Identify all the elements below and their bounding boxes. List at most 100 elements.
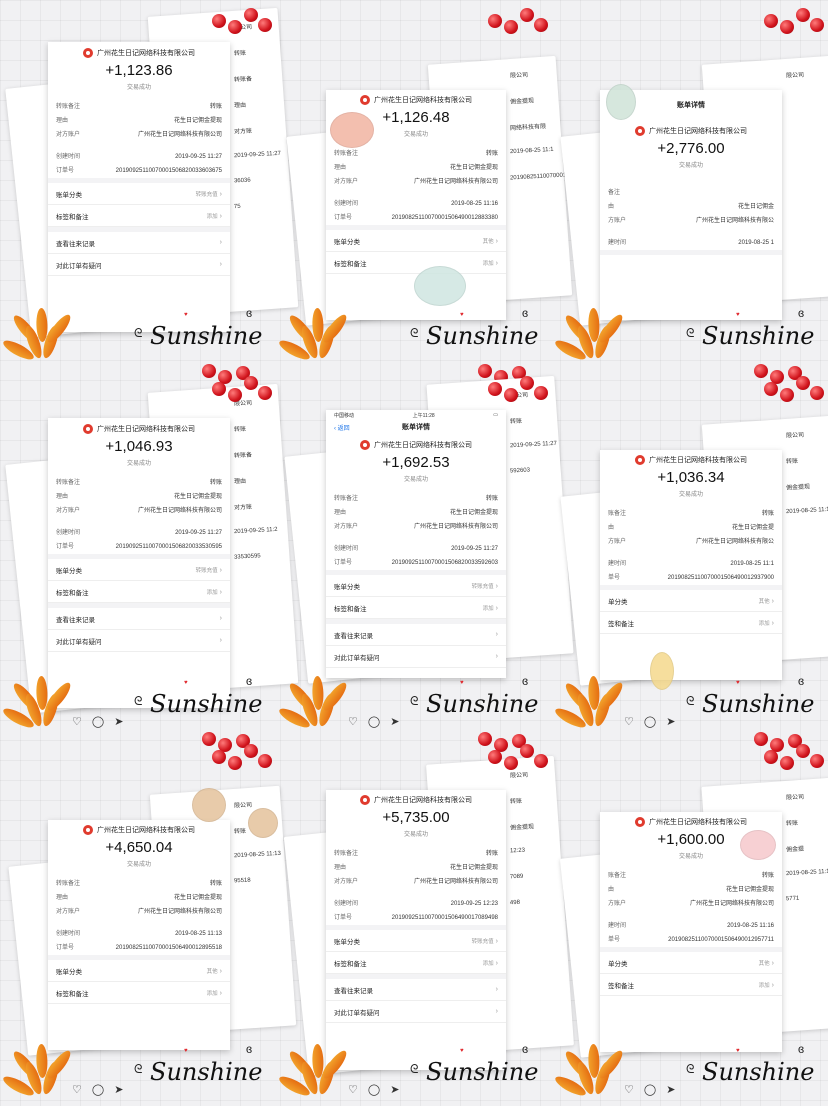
cookie-sticker bbox=[248, 808, 278, 838]
transaction-header: 广州花生日记网络科技有限公司 +5,735.00 交易成功 bbox=[326, 795, 506, 838]
menu-row[interactable]: 账单分类 转账充值 › bbox=[48, 183, 230, 205]
cherry-decoration bbox=[482, 736, 552, 776]
cherry bbox=[796, 744, 810, 758]
row-gap bbox=[48, 919, 230, 927]
detail-label: 对方账户 bbox=[56, 508, 81, 514]
company-name-text: 广州花生日记网络科技有限公司 bbox=[649, 457, 747, 464]
swirl-decoration: ᘓ bbox=[410, 1062, 419, 1076]
chevron-right-icon: › bbox=[771, 959, 774, 967]
detail-label: 对方账户 bbox=[334, 524, 359, 530]
transaction-amount: +5,735.00 bbox=[382, 809, 450, 826]
swirl-decoration: ᘓ bbox=[134, 1062, 143, 1076]
cherry bbox=[764, 750, 778, 764]
menu-label: 签和备注 bbox=[608, 620, 634, 628]
menu-row[interactable]: 标签和备注 添加 › bbox=[48, 205, 230, 227]
menu-value: 添加 › bbox=[206, 588, 222, 596]
menu-row[interactable]: 账单分类 转账充值 › bbox=[326, 575, 506, 597]
comment-icon[interactable]: ◯ bbox=[368, 1084, 380, 1096]
detail-label: 单号 bbox=[608, 575, 621, 581]
detail-label: 对方账户 bbox=[56, 909, 81, 915]
comment-icon[interactable]: ◯ bbox=[644, 1084, 656, 1096]
menu-row[interactable]: 标签和备注 添加 › bbox=[48, 581, 230, 603]
menu-row[interactable]: 标签和备注 添加 › bbox=[48, 982, 230, 1004]
menu-row[interactable]: 账单分类 转账充值 › bbox=[48, 559, 230, 581]
send-icon[interactable]: ➤ bbox=[390, 1084, 399, 1096]
menu-row[interactable]: 对此订单有疑问 › bbox=[326, 646, 506, 668]
menu-row[interactable]: 单分类 其他 › bbox=[600, 952, 782, 974]
menu-row[interactable]: 查看往来记录 › bbox=[326, 979, 506, 1001]
menu-row[interactable]: 标签和备注 添加 › bbox=[326, 952, 506, 974]
cherry bbox=[810, 754, 824, 768]
menu-row[interactable]: 标签和备注 添加 › bbox=[326, 252, 506, 274]
cherry bbox=[780, 20, 794, 34]
detail-value: 20190925110070001506820033603675 bbox=[115, 168, 222, 174]
chevron-right-icon: › bbox=[495, 631, 498, 638]
cherry-decoration bbox=[758, 736, 828, 776]
detail-label: 转账备注 bbox=[56, 480, 81, 486]
detail-row: 备注 bbox=[600, 186, 782, 200]
menu-row[interactable]: 对此订单有疑问 › bbox=[48, 630, 230, 652]
send-icon[interactable]: ➤ bbox=[666, 1084, 675, 1096]
menu-row[interactable]: 单分类 其他 › bbox=[600, 590, 782, 612]
menu-row[interactable]: 对此订单有疑问 › bbox=[326, 1001, 506, 1023]
detail-row: 账备注 转账 bbox=[600, 869, 782, 883]
send-icon[interactable]: ➤ bbox=[114, 1084, 123, 1096]
swirl-decoration: ɞ bbox=[522, 674, 529, 688]
cherry bbox=[212, 14, 226, 28]
heart-outline-icon[interactable]: ♡ bbox=[624, 1084, 634, 1096]
menu-label: 查看往来记录 bbox=[56, 616, 95, 624]
swirl-decoration: ᘓ bbox=[134, 694, 143, 708]
menu-row[interactable]: 账单分类 其他 › bbox=[326, 230, 506, 252]
menu-label: 查看往来记录 bbox=[56, 240, 95, 248]
detail-row: 对方账户 广州花生日记网络科技有限公司 bbox=[326, 175, 506, 189]
menu-row[interactable]: 标签和备注 添加 › bbox=[326, 597, 506, 619]
menu-row[interactable]: 账单分类 转账充值 › bbox=[326, 930, 506, 952]
detail-label: 对方账户 bbox=[56, 132, 81, 138]
transaction-status: 交易成功 bbox=[403, 832, 428, 838]
menu-value: 转账充值 › bbox=[195, 566, 222, 574]
cherry bbox=[780, 388, 794, 402]
lantern-sticker bbox=[650, 652, 674, 690]
menu-label: 单分类 bbox=[608, 960, 628, 968]
row-gap bbox=[326, 534, 506, 542]
menu-row[interactable]: 查看往来记录 › bbox=[48, 232, 230, 254]
back-button[interactable]: ‹ 返回 bbox=[334, 423, 350, 432]
heart-decoration: ♥ bbox=[460, 680, 464, 686]
swirl-decoration: ɞ bbox=[522, 1042, 529, 1056]
row-gap bbox=[600, 228, 782, 236]
blossom-sticker bbox=[740, 830, 776, 860]
company-name-text: 广州花生日记网络科技有限公司 bbox=[649, 819, 747, 826]
menu-value: › bbox=[494, 631, 498, 638]
chevron-right-icon: › bbox=[495, 582, 498, 590]
chevron-right-icon: › bbox=[495, 237, 498, 245]
detail-row: 订单号 20190925110070001506820033530595 bbox=[48, 540, 230, 554]
swirl-decoration: ᘓ bbox=[686, 1062, 695, 1076]
detail-label: 建时间 bbox=[608, 240, 627, 246]
menu-row[interactable]: 账单分类 其他 › bbox=[48, 960, 230, 982]
swirl-decoration: ᘓ bbox=[410, 326, 419, 340]
cherry bbox=[488, 382, 502, 396]
menu-row[interactable]: 对此订单有疑问 › bbox=[48, 254, 230, 276]
menu-row[interactable]: 查看往来记录 › bbox=[326, 624, 506, 646]
detail-value: 广州花生日记网络科技有限公司 bbox=[137, 132, 222, 138]
heart-decoration: ♥ bbox=[184, 1048, 188, 1054]
menu-row[interactable]: 查看往来记录 › bbox=[48, 608, 230, 630]
row-gap bbox=[48, 142, 230, 150]
row-gap bbox=[600, 911, 782, 919]
transaction-amount: +2,776.00 bbox=[657, 140, 725, 157]
comment-icon[interactable]: ◯ bbox=[92, 1084, 104, 1096]
swirl-decoration: ɞ bbox=[798, 306, 805, 320]
clock-label: 上午11:28 bbox=[412, 413, 435, 419]
cherry bbox=[796, 8, 810, 22]
detail-row: 理由 花生日记佣金提现 bbox=[326, 506, 506, 520]
detail-row: 方账户 广州花生日记网络科技有限公 bbox=[600, 535, 782, 549]
transaction-amount: +1,123.86 bbox=[105, 62, 173, 79]
menu-row[interactable]: 签和备注 添加 › bbox=[600, 612, 782, 634]
heart-outline-icon[interactable]: ♡ bbox=[72, 1084, 82, 1096]
menu-label: 标签和备注 bbox=[56, 213, 89, 221]
detail-value: 2019-08-25 11:1 bbox=[730, 561, 774, 567]
cherry bbox=[504, 20, 518, 34]
cherry bbox=[244, 376, 258, 390]
heart-outline-icon[interactable]: ♡ bbox=[348, 1084, 358, 1096]
menu-row[interactable]: 签和备注 添加 › bbox=[600, 974, 782, 996]
